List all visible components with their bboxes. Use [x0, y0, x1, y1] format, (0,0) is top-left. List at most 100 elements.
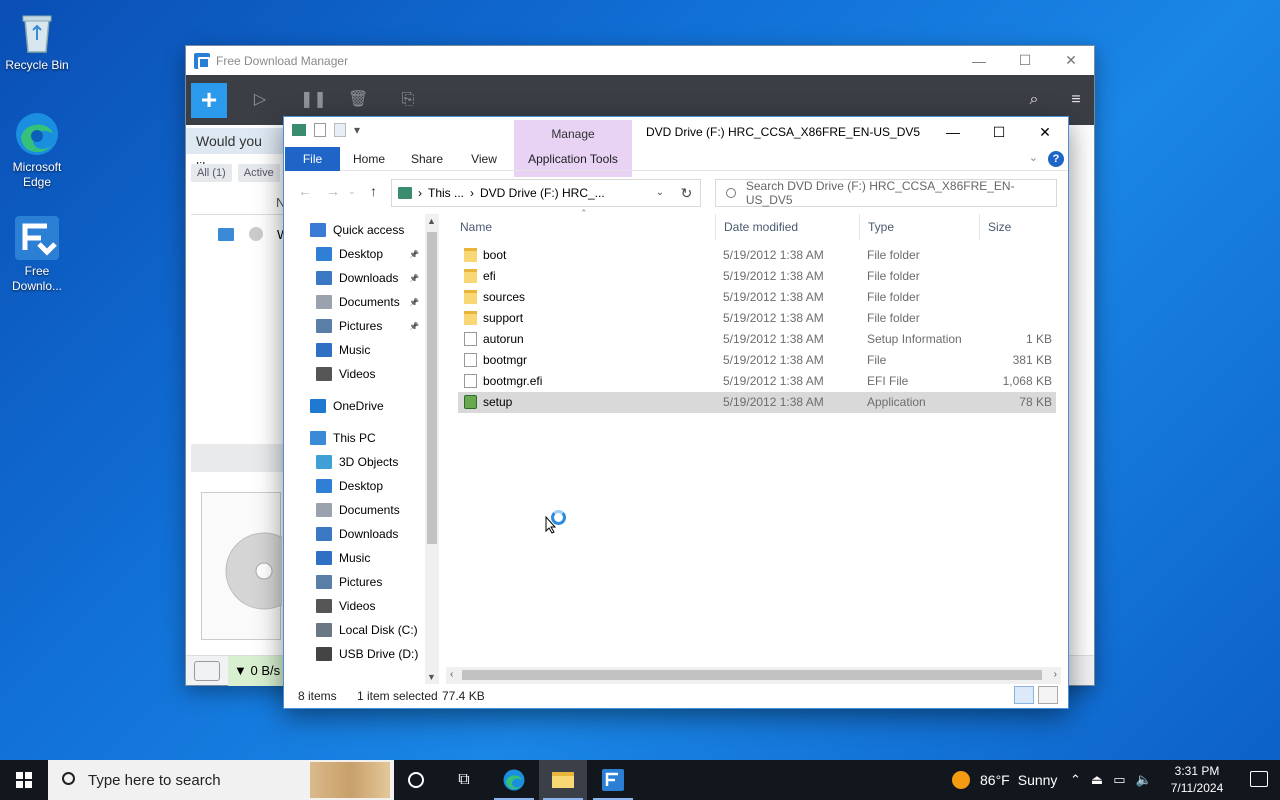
- address-bar[interactable]: › This ... › DVD Drive (F:) HRC_... ⌄: [391, 179, 701, 207]
- fdm-title-bar[interactable]: Free Download Manager — ☐ ✕: [186, 46, 1094, 75]
- scrollbar-thumb[interactable]: [462, 670, 1042, 680]
- nav-item-videos[interactable]: Videos: [284, 362, 424, 386]
- minimize-button[interactable]: —: [956, 46, 1002, 75]
- nav-item-quick-access[interactable]: Quick access: [284, 218, 424, 242]
- nav-item-onedrive[interactable]: OneDrive: [284, 394, 424, 418]
- maximize-button[interactable]: ☐: [1002, 46, 1048, 75]
- scroll-up-icon[interactable]: ▲: [427, 216, 436, 226]
- new-folder-icon[interactable]: [334, 123, 346, 137]
- filter-all[interactable]: All (1): [191, 164, 232, 182]
- qat-dropdown-icon[interactable]: ▾: [354, 123, 360, 137]
- scroll-down-icon[interactable]: ▼: [427, 672, 436, 682]
- nav-item-3d-objects[interactable]: 3D Objects: [284, 450, 424, 474]
- nav-item-downloads[interactable]: Downloads: [284, 522, 424, 546]
- desktop-icon-microsoft-edge[interactable]: Microsoft Edge: [0, 110, 74, 190]
- usb-icon[interactable]: ⏏: [1091, 772, 1103, 788]
- file-row[interactable]: autorun 5/19/2012 1:38 AM Setup Informatio…: [458, 329, 1056, 350]
- file-type: File: [867, 353, 887, 367]
- column-size[interactable]: Size: [980, 214, 1058, 240]
- resume-icon[interactable]: ▷: [250, 90, 270, 110]
- nav-item-music[interactable]: Music: [284, 338, 424, 362]
- filter-active[interactable]: Active: [237, 164, 280, 182]
- cortana-button[interactable]: [392, 760, 440, 800]
- forward-icon[interactable]: →: [326, 183, 340, 199]
- file-row[interactable]: setup 5/19/2012 1:38 AM Application 78 KB: [458, 392, 1056, 413]
- nav-item-downloads[interactable]: Downloads 📌: [284, 266, 424, 290]
- show-hidden-icons-icon[interactable]: ⌃: [1070, 772, 1081, 788]
- nav-item-desktop[interactable]: Desktop: [284, 474, 424, 498]
- file-row[interactable]: bootmgr.efi 5/19/2012 1:38 AM EFI File 1,06…: [458, 371, 1056, 392]
- properties-icon[interactable]: [314, 123, 326, 137]
- start-button[interactable]: [0, 760, 48, 800]
- tab-file[interactable]: File: [285, 147, 340, 171]
- nav-item-music[interactable]: Music: [284, 546, 424, 570]
- scroll-left-icon[interactable]: ‹: [450, 669, 453, 680]
- nav-item-desktop[interactable]: Desktop 📌: [284, 242, 424, 266]
- nav-item-pictures[interactable]: Pictures: [284, 570, 424, 594]
- taskbar-free-download-manager[interactable]: [589, 760, 637, 800]
- scroll-right-icon[interactable]: ›: [1054, 669, 1057, 680]
- desktop-icon-free-download-manager[interactable]: Free Downlo...: [0, 214, 74, 294]
- notifications-icon[interactable]: [1250, 771, 1268, 787]
- nav-item-local-disk-c[interactable]: Local Disk (C:): [284, 618, 424, 642]
- refresh-button[interactable]: ↻: [673, 179, 701, 207]
- nav-item-videos[interactable]: Videos: [284, 594, 424, 618]
- file-date-modified: 5/19/2012 1:38 AM: [723, 248, 824, 262]
- weather-widget[interactable]: 86°F Sunny: [952, 760, 1057, 800]
- close-button[interactable]: ✕: [1048, 46, 1094, 75]
- column-date-modified[interactable]: Date modified: [716, 214, 860, 240]
- nav-item-this-pc[interactable]: This PC: [284, 426, 424, 450]
- nav-item-documents[interactable]: Documents 📌: [284, 290, 424, 314]
- file-row[interactable]: support 5/19/2012 1:38 AM File folder: [458, 308, 1056, 329]
- ribbon-expand-icon[interactable]: ⌄: [1029, 151, 1038, 164]
- maximize-button[interactable]: ☐: [976, 117, 1022, 147]
- taskbar-search-box[interactable]: Type here to search: [48, 760, 394, 800]
- snail-mode-icon[interactable]: [194, 661, 220, 681]
- search-input[interactable]: Search DVD Drive (F:) HRC_CCSA_X86FRE_EN…: [715, 179, 1057, 207]
- navigation-scrollbar[interactable]: ▲ ▼: [425, 214, 439, 684]
- manage-tab-label[interactable]: Manage: [514, 127, 632, 141]
- tab-application-tools[interactable]: Application Tools: [514, 147, 632, 171]
- minimize-button[interactable]: —: [930, 117, 976, 147]
- task-view-button[interactable]: ⧉: [440, 760, 488, 800]
- taskbar-edge[interactable]: [490, 760, 538, 800]
- column-type[interactable]: Type: [860, 214, 980, 240]
- details-view-button[interactable]: [1014, 686, 1034, 704]
- large-icons-view-button[interactable]: [1038, 686, 1058, 704]
- up-icon[interactable]: ↑: [370, 183, 377, 199]
- fdm-download-row[interactable]: W: [191, 221, 289, 249]
- file-row[interactable]: bootmgr 5/19/2012 1:38 AM File 381 KB: [458, 350, 1056, 371]
- file-row[interactable]: boot 5/19/2012 1:38 AM File folder: [458, 245, 1056, 266]
- nav-item-pictures[interactable]: Pictures 📌: [284, 314, 424, 338]
- scrollbar-thumb[interactable]: [427, 232, 437, 544]
- network-icon[interactable]: ▭: [1113, 772, 1125, 788]
- file-row[interactable]: efi 5/19/2012 1:38 AM File folder: [458, 266, 1056, 287]
- search-icon[interactable]: ⌕: [1024, 90, 1044, 110]
- explorer-window[interactable]: ▾ Manage DVD Drive (F:) HRC_CCSA_X86FRE_…: [283, 116, 1069, 709]
- pictures-icon: [316, 319, 332, 333]
- horizontal-scrollbar[interactable]: ‹ ›: [446, 667, 1061, 684]
- tab-home[interactable]: Home: [346, 147, 392, 171]
- column-name[interactable]: Name: [452, 214, 716, 240]
- volume-muted-icon[interactable]: 🔈: [1136, 772, 1152, 788]
- recent-locations-icon[interactable]: ⌄: [348, 186, 356, 197]
- tab-view[interactable]: View: [461, 147, 507, 171]
- add-download-button[interactable]: +: [191, 83, 227, 118]
- delete-icon[interactable]: 🗑: [348, 90, 368, 110]
- tab-share[interactable]: Share: [404, 147, 450, 171]
- chevron-down-icon[interactable]: ⌄: [656, 187, 664, 198]
- menu-icon[interactable]: ≡: [1066, 90, 1086, 110]
- nav-item-documents[interactable]: Documents: [284, 498, 424, 522]
- file-row[interactable]: sources 5/19/2012 1:38 AM File folder: [458, 287, 1056, 308]
- move-to-folder-icon[interactable]: ⎘: [398, 90, 418, 110]
- back-icon[interactable]: ←: [298, 183, 312, 199]
- close-button[interactable]: ✕: [1022, 117, 1068, 147]
- taskbar-clock[interactable]: 3:31 PM 7/11/2024: [1162, 763, 1232, 797]
- breadcrumb-this-pc[interactable]: This ...: [428, 186, 464, 200]
- breadcrumb-dvd-drive[interactable]: DVD Drive (F:) HRC_...: [480, 186, 605, 200]
- help-icon[interactable]: ?: [1048, 151, 1064, 167]
- taskbar-file-explorer[interactable]: [539, 760, 587, 800]
- desktop-icon-recycle-bin[interactable]: Recycle Bin: [0, 8, 74, 73]
- nav-item-usb-drive-d[interactable]: USB Drive (D:): [284, 642, 424, 666]
- pause-icon[interactable]: ❚❚: [300, 90, 327, 110]
